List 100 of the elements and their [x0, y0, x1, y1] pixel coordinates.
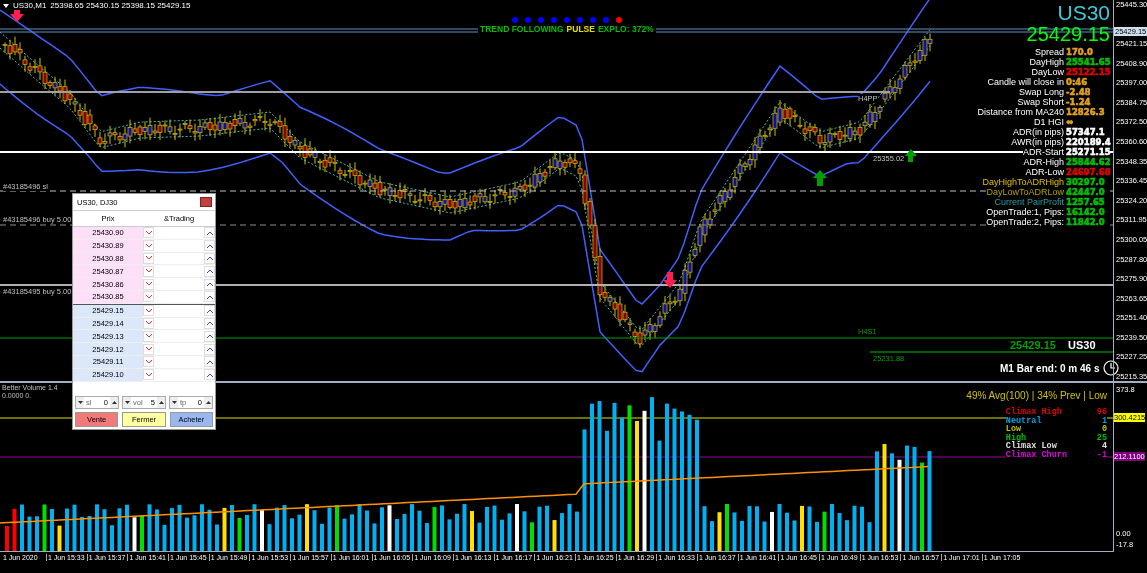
- up-button[interactable]: [204, 278, 215, 290]
- info-value: 25271.15: [1066, 147, 1111, 157]
- up-button[interactable]: [204, 227, 215, 239]
- chevron-down-icon: [145, 230, 152, 235]
- chevron-down-icon: [145, 243, 152, 248]
- down-button[interactable]: [143, 305, 154, 317]
- info-value: 16142.0: [1066, 207, 1105, 217]
- volume-summary: 49% Avg(100) | 34% Prev | Low: [966, 390, 1107, 401]
- info-value: 220189.4: [1066, 137, 1111, 147]
- info-label: Spread: [1034, 47, 1064, 57]
- chevron-down-icon: [145, 269, 152, 274]
- info-value: 12826.3: [1066, 107, 1105, 117]
- pulse-label: TREND FOLLOWING: [480, 24, 564, 34]
- down-button[interactable]: [143, 317, 154, 329]
- info-label: Distance from MA240: [977, 107, 1064, 117]
- info-label: Candle will close in: [987, 77, 1064, 87]
- legend-label: High: [1005, 433, 1027, 442]
- info-label: Swap Short: [1017, 97, 1064, 107]
- info-label: Current PairProfit: [994, 197, 1064, 207]
- legend-count: 25: [1096, 433, 1107, 442]
- down-arrow-icon: [663, 272, 677, 288]
- info-label: ADR(in pips): [1013, 127, 1064, 137]
- info-label: OpenTrade:2, Pips:: [986, 217, 1064, 227]
- info-value: 42447.0: [1066, 187, 1105, 197]
- info-value: 57347.1: [1066, 127, 1105, 137]
- bar-symbol: US30: [1068, 339, 1096, 351]
- info-value: 30297.0: [1066, 177, 1105, 187]
- legend-label: Climax High: [1005, 408, 1062, 417]
- legend-label: Climax Low: [1005, 442, 1057, 451]
- info-value: 25122.15: [1066, 67, 1111, 77]
- legend-count: 4: [1101, 442, 1107, 451]
- chevron-up-icon: [206, 269, 213, 274]
- info-value: -1.24: [1066, 97, 1091, 107]
- info-value: ⇔: [1066, 117, 1074, 127]
- collapse-icon[interactable]: [3, 3, 9, 8]
- up-button[interactable]: [204, 330, 215, 342]
- info-label: ADR-High: [1023, 157, 1064, 167]
- info-value: 1257.65: [1066, 197, 1105, 207]
- info-label: DayLow: [1031, 67, 1064, 77]
- down-button[interactable]: [143, 369, 154, 381]
- bar-price: 25429.15: [1010, 339, 1056, 351]
- chart-symbol: US30,M1: [13, 1, 47, 10]
- bar-countdown: M1 Bar end: 0 m 46 s: [1000, 362, 1100, 374]
- up-button[interactable]: [204, 240, 215, 252]
- down-button[interactable]: [143, 278, 154, 290]
- up-button[interactable]: [204, 265, 215, 277]
- info-label: Swap Long: [1018, 87, 1064, 97]
- chevron-down-icon: [145, 334, 152, 339]
- info-label: DayHigh: [1029, 57, 1064, 67]
- info-label: D1 HGI: [1034, 117, 1064, 127]
- up-button[interactable]: [204, 305, 215, 317]
- up-button[interactable]: [204, 343, 215, 355]
- down-button[interactable]: [143, 265, 154, 277]
- clock-icon: [1103, 360, 1120, 376]
- chevron-up-icon: [206, 230, 213, 235]
- down-button[interactable]: [143, 227, 154, 239]
- down-button[interactable]: [143, 356, 154, 368]
- symbol-title: US30: [1057, 2, 1110, 24]
- info-value: 170.0: [1066, 47, 1093, 57]
- legend-label: Neutral: [1005, 416, 1042, 425]
- info-value: 11842.0: [1066, 217, 1105, 227]
- up-button[interactable]: [204, 317, 215, 329]
- info-label: ADR-Low: [1025, 167, 1064, 177]
- up-button[interactable]: [204, 369, 215, 381]
- legend-label: Climax Churn: [1005, 450, 1067, 459]
- pulse-label: PULSE: [566, 24, 595, 34]
- info-value: -2.48: [1066, 87, 1091, 97]
- info-value: 25541.65: [1066, 57, 1111, 67]
- chevron-up-icon: [206, 243, 213, 248]
- info-value: 24697.68: [1066, 167, 1111, 177]
- legend-label: Low: [1005, 425, 1022, 434]
- legend-count: 96: [1096, 408, 1107, 417]
- up-arrow-icon: [905, 149, 917, 162]
- down-button[interactable]: [143, 343, 154, 355]
- ohlc-values: 25398.65 25430.15 25398.15 25429.15: [50, 1, 191, 10]
- down-button[interactable]: [143, 253, 154, 264]
- legend-count: 0: [1101, 425, 1107, 434]
- chevron-up-icon: [206, 256, 213, 261]
- current-price: 25429.15: [1026, 24, 1110, 45]
- down-button[interactable]: [143, 330, 154, 342]
- up-button[interactable]: [204, 356, 215, 368]
- chevron-down-icon: [145, 308, 152, 313]
- chevron-down-icon: [145, 321, 152, 326]
- info-value: 0:46: [1066, 77, 1088, 87]
- info-label: DayLowToADRLow: [986, 187, 1064, 197]
- info-label: OpenTrade:1, Pips:: [986, 207, 1064, 217]
- up-button[interactable]: [204, 291, 215, 303]
- chevron-down-icon: [145, 256, 152, 261]
- down-button[interactable]: [143, 240, 154, 252]
- pulse-label: EXPLO: 372%: [597, 24, 654, 34]
- info-label: ADR-Start: [1023, 147, 1064, 157]
- chevron-down-icon: [145, 372, 152, 377]
- down-button[interactable]: [143, 291, 154, 303]
- legend-count: 1: [1101, 416, 1107, 425]
- up-arrow-icon: [813, 170, 827, 186]
- info-value: 25844.62: [1066, 157, 1111, 167]
- up-button[interactable]: [204, 253, 215, 264]
- chevron-up-icon: [206, 372, 213, 377]
- info-label: DayHighToADRHigh: [982, 177, 1064, 187]
- chevron-up-icon: [206, 321, 213, 326]
